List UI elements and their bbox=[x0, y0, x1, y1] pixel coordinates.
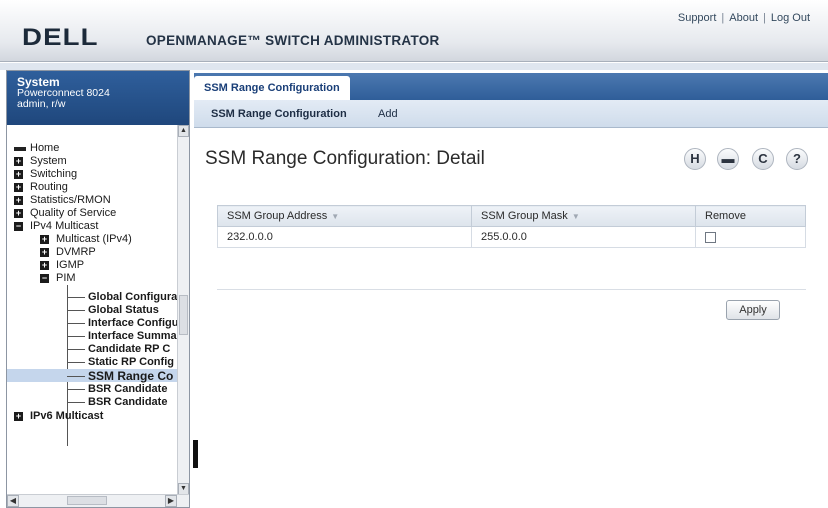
system-info: System Powerconnect 8024 admin, r/w bbox=[7, 71, 189, 125]
tree-item-interface-summary[interactable]: Interface Summa bbox=[88, 330, 177, 342]
tree-item-global-config[interactable]: Global Configura bbox=[88, 291, 177, 303]
sidebar: System Powerconnect 8024 admin, r/w Home… bbox=[6, 70, 190, 508]
dell-logo: DELL bbox=[22, 24, 99, 51]
about-link[interactable]: About bbox=[729, 12, 758, 24]
tree-item-pim[interactable]: PIM bbox=[56, 272, 76, 284]
collapse-icon[interactable]: − bbox=[14, 222, 23, 231]
sort-icon[interactable]: ▼ bbox=[572, 212, 580, 221]
divider-line bbox=[217, 289, 806, 290]
refresh-icon[interactable]: C bbox=[752, 148, 774, 170]
save-icon[interactable]: H bbox=[684, 148, 706, 170]
scroll-left-icon[interactable]: ◀ bbox=[7, 495, 19, 507]
scroll-thumb[interactable] bbox=[67, 496, 107, 505]
tree-item-routing[interactable]: Routing bbox=[30, 181, 68, 193]
tree-connector bbox=[67, 336, 85, 337]
expand-icon[interactable]: + bbox=[14, 157, 23, 166]
tree-item-system[interactable]: System bbox=[30, 155, 67, 167]
scroll-right-icon[interactable]: ▶ bbox=[165, 495, 177, 507]
ssm-range-table: SSM Group Address ▼ SSM Group Mask ▼ Remov… bbox=[217, 205, 806, 248]
home-icon bbox=[14, 147, 26, 151]
tree-item-multicast-ipv4[interactable]: Multicast (IPv4) bbox=[56, 233, 132, 245]
tree-item-switching[interactable]: Switching bbox=[30, 168, 77, 180]
header-divider bbox=[0, 63, 828, 70]
tree-connector bbox=[67, 310, 85, 311]
tree-connector bbox=[67, 389, 85, 390]
subtab-ssm-range-configuration[interactable]: SSM Range Configuration bbox=[211, 108, 347, 120]
support-link[interactable]: Support bbox=[678, 12, 717, 24]
tree-item-ipv6-multicast[interactable]: IPv6 Multicast bbox=[30, 410, 103, 422]
user-info: admin, r/w bbox=[17, 98, 66, 110]
product-title: OPENMANAGE™ SWITCH ADMINISTRATOR bbox=[146, 33, 440, 48]
tree-connector bbox=[67, 362, 85, 363]
remove-checkbox[interactable] bbox=[705, 231, 716, 243]
tree-connector bbox=[67, 349, 85, 350]
sub-tab-bar: SSM Range Configuration Add bbox=[194, 100, 828, 128]
navigation-tree: Home + System + Switching + Routing + St… bbox=[7, 125, 179, 495]
collapse-icon[interactable]: − bbox=[40, 274, 49, 283]
remove-cell bbox=[695, 226, 806, 248]
top-links: Support | About | Log Out bbox=[677, 12, 810, 24]
tree-item-static-rp[interactable]: Static RP Config bbox=[88, 356, 174, 368]
app-header: DELL OPENMANAGE™ SWITCH ADMINISTRATOR Su… bbox=[0, 0, 828, 62]
scroll-up-icon[interactable]: ▲ bbox=[178, 125, 189, 137]
tree-connector bbox=[67, 297, 85, 298]
ssm-group-address-cell: 232.0.0.0 bbox=[217, 226, 472, 248]
expand-icon[interactable]: + bbox=[14, 170, 23, 179]
page-title: SSM Range Configuration: Detail bbox=[205, 148, 485, 169]
pane-resize-handle[interactable] bbox=[193, 440, 198, 468]
column-header-remove: Remove bbox=[695, 205, 806, 227]
expand-icon[interactable]: + bbox=[14, 209, 23, 218]
tab-ssm-range-configuration[interactable]: SSM Range Configuration bbox=[194, 76, 350, 100]
tree-item-statistics[interactable]: Statistics/RMON bbox=[30, 194, 111, 206]
ssm-group-mask-cell: 255.0.0.0 bbox=[471, 226, 696, 248]
tree-connector bbox=[67, 323, 85, 324]
sort-icon[interactable]: ▼ bbox=[331, 212, 339, 221]
tree-item-dvmrp[interactable]: DVMRP bbox=[56, 246, 96, 258]
tree-item-candidate-rp[interactable]: Candidate RP C bbox=[88, 343, 170, 355]
tree-item-ssm-range[interactable]: SSM Range Co bbox=[88, 370, 173, 382]
table-row: 232.0.0.0 255.0.0.0 bbox=[217, 226, 806, 248]
logout-link[interactable]: Log Out bbox=[771, 12, 810, 24]
expand-icon[interactable]: + bbox=[40, 235, 49, 244]
expand-icon[interactable]: + bbox=[14, 412, 23, 421]
main-tab-bar: SSM Range Configuration bbox=[194, 73, 828, 100]
scroll-thumb[interactable] bbox=[179, 295, 188, 335]
tree-item-bsr-candidate[interactable]: BSR Candidate bbox=[88, 383, 167, 395]
tree-connector bbox=[67, 402, 85, 403]
expand-icon[interactable]: + bbox=[14, 196, 23, 205]
expand-icon[interactable]: + bbox=[40, 248, 49, 257]
apply-button[interactable]: Apply bbox=[726, 300, 780, 320]
tree-item-interface-config[interactable]: Interface Configu bbox=[88, 317, 178, 329]
tree-item-home[interactable]: Home bbox=[30, 142, 59, 154]
column-header-ssm-group-mask[interactable]: SSM Group Mask ▼ bbox=[471, 205, 696, 227]
tree-item-igmp[interactable]: IGMP bbox=[56, 259, 84, 271]
expand-icon[interactable]: + bbox=[14, 183, 23, 192]
tree-item-ipv4-multicast[interactable]: IPv4 Multicast bbox=[30, 220, 98, 232]
column-header-ssm-group-address[interactable]: SSM Group Address ▼ bbox=[217, 205, 472, 227]
help-icon[interactable]: ? bbox=[786, 148, 808, 170]
sidebar-vertical-scrollbar[interactable]: ▲ ▼ bbox=[177, 125, 189, 495]
tree-connector bbox=[67, 376, 85, 377]
print-icon[interactable]: ▬ bbox=[717, 148, 739, 170]
subtab-add[interactable]: Add bbox=[378, 108, 398, 120]
tree-item-global-status[interactable]: Global Status bbox=[88, 304, 159, 316]
expand-icon[interactable]: + bbox=[40, 261, 49, 270]
tree-item-bsr-candidate-2[interactable]: BSR Candidate bbox=[88, 396, 167, 408]
sidebar-horizontal-scrollbar[interactable]: ◀ ▶ bbox=[7, 494, 189, 507]
tree-item-qos[interactable]: Quality of Service bbox=[30, 207, 116, 219]
